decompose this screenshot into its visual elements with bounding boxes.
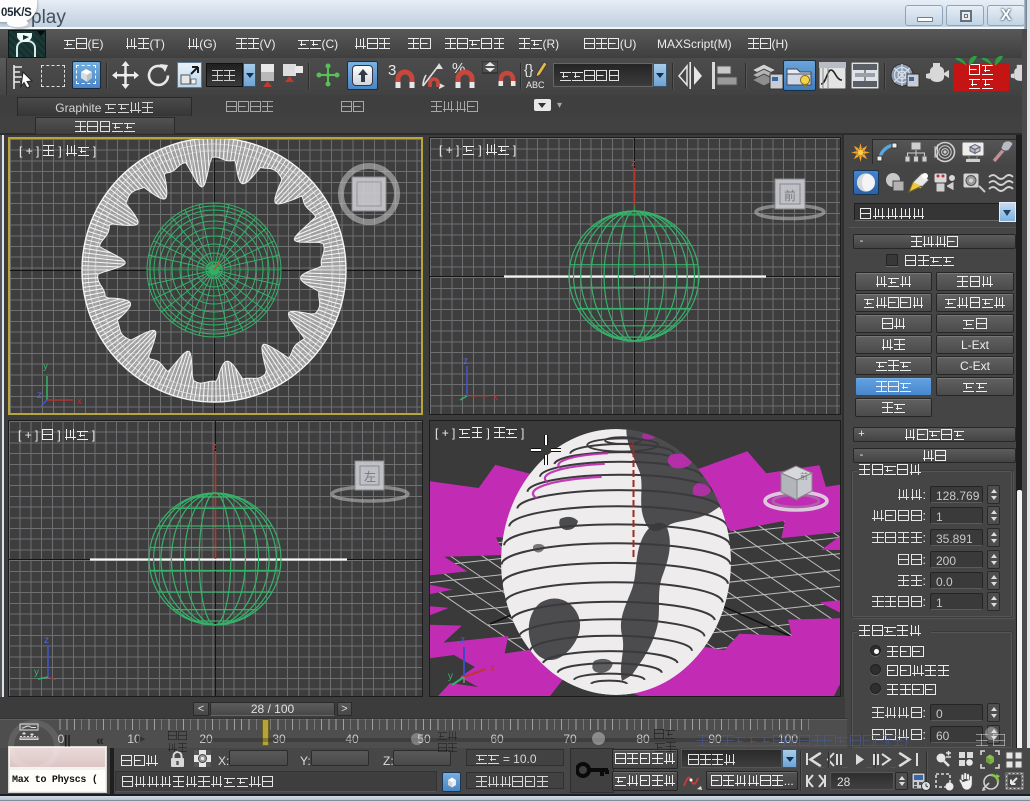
svg-text:左: 左	[364, 469, 376, 484]
svg-text:y: y	[34, 667, 39, 678]
svg-text:y: y	[448, 671, 453, 682]
svg-text:y: y	[43, 361, 48, 372]
svg-text:ABC: ABC	[526, 80, 545, 90]
svg-text:x: x	[490, 663, 495, 674]
svg-text:x: x	[77, 396, 82, 406]
svg-text:前: 前	[800, 471, 808, 481]
svg-text:z: z	[212, 441, 217, 451]
svg-text:z: z	[460, 635, 465, 646]
svg-text:z: z	[631, 158, 636, 168]
svg-text:z: z	[630, 439, 635, 449]
svg-text:z: z	[37, 390, 42, 401]
svg-text:z: z	[44, 635, 49, 646]
svg-text:x: x	[493, 392, 498, 403]
svg-text:z: z	[463, 356, 468, 367]
svg-text:{}: {}	[524, 61, 534, 77]
svg-text:前: 前	[784, 188, 796, 203]
